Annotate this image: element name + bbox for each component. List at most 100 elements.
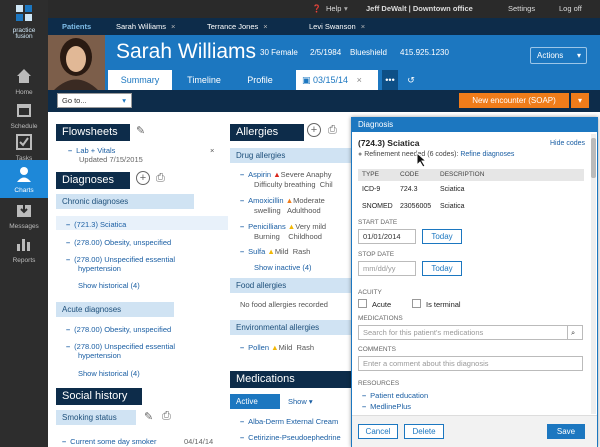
smoking-date: 04/14/14 [184,437,214,446]
close-icon[interactable]: × [210,146,214,155]
new-encounter-button[interactable]: New encounter (SOAP) [459,93,569,108]
nav-messages[interactable]: Messages [0,196,48,234]
allergy-severity: Very mild [295,222,327,231]
help-link[interactable]: Help [326,4,341,13]
chronic-diagnosis-item[interactable]: – (278.00) Obesity, unspecified [66,238,171,247]
resources-label: RESOURCES [358,380,400,387]
tab-summary[interactable]: Summary [108,70,172,90]
goto-select[interactable]: Go to... ▾ [57,93,132,108]
show-historical-link[interactable]: Show historical (4) [78,281,140,290]
medications-filter-active[interactable]: Active [230,394,280,409]
tab-patient-3[interactable]: Levi Swanson × [303,18,365,35]
user-office[interactable]: Jeff DeWalt | Downtown office [366,4,473,13]
smoking-status-item[interactable]: – Current some day smoker [62,437,156,446]
print-icon[interactable]: ⎙ [156,172,165,185]
food-allergies-header: Food allergies [230,278,351,293]
medication-item[interactable]: – Cetirizine-Pseudoephedrine [240,433,341,442]
acute-diagnosis-item[interactable]: – (278.00) Unspecified essential [66,342,175,351]
modal-scrollbar[interactable] [591,134,596,414]
new-encounter-dropdown[interactable]: ▾ [571,93,589,108]
bar-chart-icon [17,239,30,251]
medication-item[interactable]: – Alba-Derm External Cream [240,417,338,426]
allergy-detail: swelling Adulthood [254,206,321,215]
stop-today-button[interactable]: Today [422,261,462,276]
modal-scrollbar-thumb[interactable] [591,138,596,178]
search-icon[interactable]: ⌕ [567,325,583,340]
show-label: Show [288,397,307,406]
close-icon[interactable]: × [357,75,362,85]
drug-allergy-item[interactable]: – Penicillians ▲Very mild [240,222,326,231]
tab-patient-1[interactable]: Sarah Williams × [110,18,175,35]
history-icon[interactable]: ↺ [403,70,419,90]
acute-diagnosis-item[interactable]: – (278.00) Obesity, unspecified [66,325,171,334]
close-icon[interactable]: × [171,22,175,31]
save-button[interactable]: Save [547,424,585,439]
show-historical-acute-link[interactable]: Show historical (4) [78,369,140,378]
patient-tabs-bar: Patients Sarah Williams × Terrance Jones ×… [48,18,600,35]
drug-allergy-item[interactable]: – Amoxicillin ▲Moderate [240,196,325,205]
chronic-diagnosis-item[interactable]: – (278.00) Unspecified essential [66,255,175,264]
chronic-diagnosis-item[interactable]: – (721.3) Sciatica [66,220,126,229]
add-icon[interactable]: + [136,171,150,185]
allergy-reaction: Rash [292,247,311,256]
resource-item[interactable]: – Patient education [362,391,428,400]
acuity-label: ACUITY [358,289,382,296]
terminal-checkbox[interactable] [412,299,421,308]
allergy-name: Penicillians [248,222,286,231]
tab-patient-label: Sarah Williams [116,22,167,31]
food-allergies-empty: No food allergies recorded [240,300,328,309]
edit-icon[interactable]: ✎ [136,124,145,137]
tab-encounter[interactable]: ▣ 03/15/14 × [296,70,378,90]
acute-label: Acute [372,300,392,309]
env-allergy-item[interactable]: – Pollen ▲Mild Rash [240,343,314,352]
acute-checkbox[interactable] [358,299,367,308]
hide-codes-link[interactable]: Hide codes [550,140,585,147]
settings-link[interactable]: Settings [508,4,535,13]
print-icon[interactable]: ⎙ [328,124,337,137]
stop-date-input[interactable]: mm/dd/yy [358,261,416,276]
refine-diagnoses-link[interactable]: Refine diagnoses [460,151,514,158]
chevron-down-icon[interactable]: ▾ [344,4,348,13]
actions-button[interactable]: Actions ▾ [530,47,587,64]
medications-show-dropdown[interactable]: Show ▾ [288,397,313,406]
tab-patient-2[interactable]: Terrance Jones × [201,18,268,35]
help-icon[interactable]: ❓ [312,4,321,13]
delete-button[interactable]: Delete [404,424,444,439]
logoff-link[interactable]: Log off [559,4,582,13]
tab-timeline[interactable]: Timeline [176,70,232,90]
actions-label: Actions [537,51,564,60]
goto-label: Go to... [62,96,87,105]
allergies-header: Allergies [230,124,304,141]
print-icon[interactable]: ⎙ [162,410,171,423]
start-today-button[interactable]: Today [422,229,462,244]
more-tabs-button[interactable]: ••• [382,70,398,90]
tab-patients[interactable]: Patients [56,18,91,35]
modal-title: Diagnosis [352,118,597,132]
drug-allergy-item[interactable]: – Aspirin ▲Severe Anaphy [240,170,332,179]
practice-fusion-logo[interactable]: practice fusion [0,0,48,40]
chronic-diagnoses-header: Chronic diagnoses [56,194,194,209]
code-desc: Sciatica [440,203,465,210]
allergy-severity: Moderate [293,196,325,205]
comments-input[interactable]: Enter a comment about this diagnosis [358,356,583,371]
cancel-button[interactable]: Cancel [358,424,398,439]
nav-home[interactable]: Home [0,62,48,100]
tab-profile[interactable]: Profile [236,70,284,90]
nav-charts[interactable]: Charts [0,160,48,198]
cursor-icon [416,152,428,168]
diagnosis-label: (278.00) Obesity, unspecified [74,238,172,247]
flowsheet-item[interactable]: – Lab + Vitals [68,146,115,155]
drug-allergy-item[interactable]: – Sulfa ▲Mild Rash [240,247,310,256]
edit-icon[interactable]: ✎ [144,410,153,423]
medications-search-input[interactable]: Search for this patient's medications [358,325,568,340]
social-history-header: Social history [56,388,142,405]
add-icon[interactable]: + [307,123,321,137]
info-icon: ● [358,151,363,158]
nav-reports[interactable]: Reports [0,230,48,268]
medication-label: Alba-Derm External Cream [248,417,339,426]
close-icon[interactable]: × [263,22,267,31]
close-icon[interactable]: × [361,22,365,31]
resource-item[interactable]: – MedlinePlus [362,402,411,411]
start-date-input[interactable]: 01/01/2014 [358,229,416,244]
show-inactive-link[interactable]: Show inactive (4) [254,263,312,272]
